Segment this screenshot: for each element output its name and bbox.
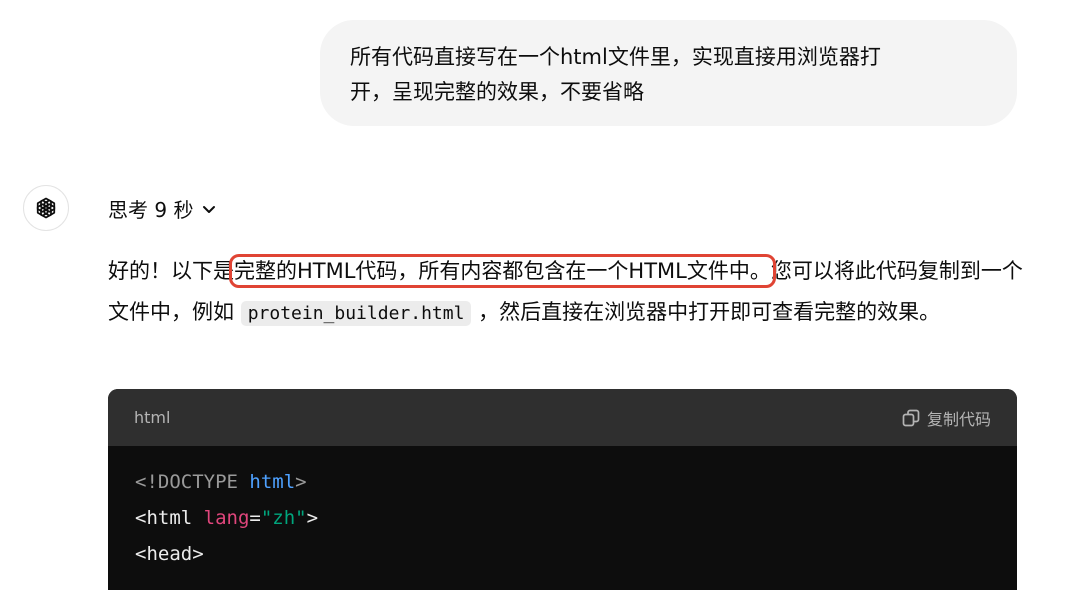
- chevron-down-icon: [201, 201, 217, 217]
- chat-page: 所有代码直接写在一个html文件里，实现直接用浏览器打 开，呈现完整的效果，不要…: [0, 0, 1080, 590]
- user-message-line-1: 所有代码直接写在一个html文件里，实现直接用浏览器打: [350, 45, 881, 69]
- response-end: ，然后直接在浏览器中打开即可查看完整的效果。: [471, 300, 941, 324]
- code-doctype-keyword: html: [249, 471, 296, 493]
- thinking-label: 思考 9 秒: [108, 198, 194, 222]
- code-head-tag: <head>: [135, 543, 204, 565]
- code-html-close: >: [306, 507, 319, 529]
- response-intro: 好的！以下是: [108, 259, 234, 283]
- code-html-open: <html: [135, 507, 204, 529]
- code-doctype-close: >: [295, 471, 307, 493]
- user-message-line-2: 开，呈现完整的效果，不要省略: [350, 80, 644, 104]
- code-line-3: <head>: [135, 536, 990, 572]
- thinking-toggle[interactable]: 思考 9 秒: [108, 194, 217, 223]
- assistant-avatar: [23, 185, 69, 231]
- code-line-2: <html lang="zh">: [135, 500, 990, 536]
- inline-code-filename: protein_builder.html: [240, 301, 472, 326]
- highlighted-text: 完整的HTML代码，所有内容都包含在一个HTML文件中。: [229, 254, 776, 288]
- copy-code-button[interactable]: 复制代码: [902, 406, 991, 430]
- openai-logo-icon: [36, 197, 56, 219]
- assistant-response-text: 好的！以下是完整的HTML代码，所有内容都包含在一个HTML文件中。您可以将此代…: [108, 251, 1028, 334]
- code-content: <!DOCTYPE html> <html lang="zh"> <head>: [108, 446, 1017, 572]
- code-line-1: <!DOCTYPE html>: [135, 464, 990, 500]
- code-block-header: html 复制代码: [108, 389, 1017, 446]
- code-attr-value: "zh": [260, 507, 307, 529]
- copy-code-label: 复制代码: [926, 409, 991, 429]
- code-doctype-open: <!DOCTYPE: [135, 471, 250, 493]
- code-attr-name: lang: [203, 507, 250, 529]
- code-block: html 复制代码 <!DOCTYPE html> <html lang="zh"…: [108, 389, 1017, 590]
- code-attr-equals: =: [249, 507, 261, 529]
- code-language-label: html: [134, 408, 171, 427]
- copy-icon: [902, 409, 920, 426]
- user-message-bubble: 所有代码直接写在一个html文件里，实现直接用浏览器打 开，呈现完整的效果，不要…: [320, 20, 1017, 126]
